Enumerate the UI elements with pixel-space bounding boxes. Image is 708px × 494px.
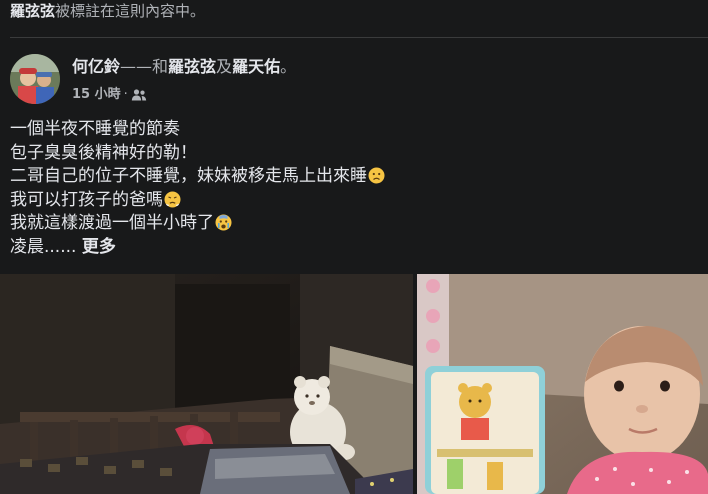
tagged-user-link[interactable]: 羅弦弦: [10, 2, 55, 20]
post-timestamp-link[interactable]: 15 小時: [72, 86, 121, 104]
post-line-1: 一個半夜不睡覺的節奏: [10, 119, 180, 139]
post-text: 一個半夜不睡覺的節奏 包子臭臭後精神好的勒！ 二哥自己的位子不睡覺，妹妹被移走馬…: [10, 118, 698, 259]
end-mark: 。: [280, 57, 297, 76]
friends-icon[interactable]: [131, 88, 147, 102]
crib-night-photo[interactable]: [0, 274, 413, 494]
avatar-image: [10, 54, 60, 104]
connector-text-2: 及: [216, 57, 233, 76]
see-more-link[interactable]: 更多: [82, 237, 116, 257]
post-line-2: 包子臭臭後精神好的勒！: [10, 142, 197, 163]
author-name-link[interactable]: 何亿鈴: [72, 57, 120, 76]
author-line: 何亿鈴——和羅弦弦及羅天佑。: [72, 56, 296, 78]
post-line-5: 我就這樣渡過一個半小時了: [10, 212, 698, 236]
tagged-user-1-link[interactable]: 羅弦弦: [168, 57, 216, 76]
baby-photo[interactable]: [417, 274, 708, 494]
meta-separator: ·: [123, 87, 128, 102]
post-line-4: 我可以打孩子的爸嗎: [10, 189, 698, 213]
photo-grid: [0, 274, 708, 494]
post-line-6: 凌晨...... 更多: [10, 236, 116, 257]
connector-text: ——和: [120, 57, 169, 76]
post-line-3: 二哥自己的位子不睡覺，妹妹被移走馬上出來睡: [10, 165, 698, 189]
tagged-user-2-link[interactable]: 羅天佑: [232, 57, 280, 76]
tag-notice-text: 被標註在這則內容中。: [55, 2, 206, 20]
post-meta: 15 小時 ·: [72, 86, 147, 104]
crying-face-emoji: [215, 214, 232, 231]
disappointed-face-emoji: [368, 167, 385, 184]
post-header: 何亿鈴——和羅弦弦及羅天佑。 15 小時 ·: [10, 52, 708, 108]
divider: [10, 37, 708, 38]
avatar[interactable]: [10, 54, 60, 104]
tag-notice: 羅弦弦被標註在這則內容中。: [10, 0, 205, 26]
pouting-face-emoji: [164, 191, 181, 208]
